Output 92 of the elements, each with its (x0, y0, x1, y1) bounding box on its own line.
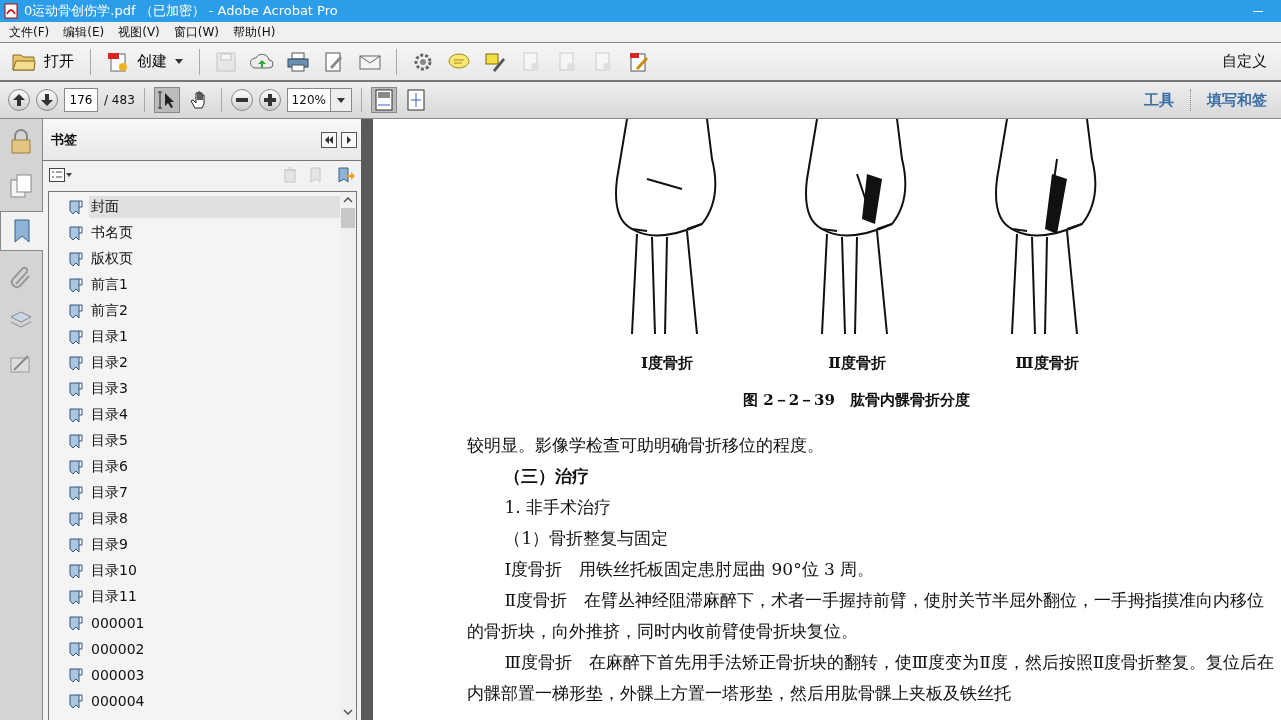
bookmark-icon (69, 355, 83, 371)
create-document-icon (107, 50, 129, 73)
bookmark-icon (69, 641, 83, 657)
bookmark-icon (69, 511, 83, 527)
pane-link[interactable]: 填写和签 (1201, 90, 1273, 110)
page-number-field[interactable]: 176 (64, 88, 98, 112)
pane-link[interactable]: 工具 (1138, 90, 1180, 110)
scroll-up-icon[interactable] (343, 197, 353, 203)
bookmark-item[interactable]: 前言1 (89, 274, 340, 296)
create-button[interactable]: 创建 (101, 48, 189, 75)
caret-icon (175, 59, 183, 64)
double-left-icon (324, 134, 334, 145)
bookmark-item[interactable]: 目录10 (89, 560, 340, 582)
bookmark-item[interactable]: 封面 (89, 196, 340, 218)
bookmark-item[interactable]: 目录9 (89, 534, 340, 556)
next-page-button[interactable] (36, 89, 58, 111)
bookmark-item[interactable]: 000002 (89, 639, 340, 659)
right-icon (344, 134, 354, 145)
bookmark-item[interactable]: 目录3 (89, 378, 340, 400)
bookmark-item[interactable]: 目录11 (89, 586, 340, 608)
window-title: 0运动骨创伤学.pdf （已加密） - Adobe Acrobat Pro (24, 2, 338, 20)
bookmark-item[interactable]: 书名页 (89, 222, 340, 244)
select-tool-icon[interactable] (153, 87, 180, 113)
expand-panel-button[interactable] (341, 131, 357, 148)
bookmark-icon (69, 667, 83, 683)
caret-icon (336, 97, 345, 103)
bookmark-item[interactable]: 000001 (89, 613, 340, 633)
body-paragraph: （1）骨折整复与固定 (503, 527, 670, 550)
zoom-out-button[interactable] (230, 89, 253, 111)
menu-item[interactable]: 文件(F) (2, 23, 57, 41)
figure-label: Ⅲ度骨折 (1015, 354, 1079, 373)
bookmark-item[interactable]: 目录7 (89, 482, 340, 504)
collapse-panel-button[interactable] (321, 131, 337, 148)
fit-page-icon[interactable] (370, 87, 397, 113)
scroll-thumb[interactable] (341, 208, 355, 228)
bookmark-item[interactable]: 版权页 (89, 248, 340, 270)
bookmark-icon (69, 433, 83, 449)
bookmark-icon (69, 537, 83, 553)
menu-item[interactable]: 编辑(E) (56, 23, 112, 41)
bookmark-icon (69, 589, 83, 605)
folder-icon (12, 51, 36, 72)
pdf-file-icon (4, 3, 18, 19)
bookmark-icon (69, 563, 83, 579)
bookmark-icon (69, 251, 83, 267)
scroll-down-icon[interactable] (343, 709, 353, 715)
bookmark-item[interactable]: 目录1 (89, 326, 340, 348)
menu-item[interactable]: 窗口(W) (166, 23, 227, 41)
body-paragraph: 较明显。影像学检查可助明确骨折移位的程度。 (467, 434, 825, 457)
bookmark-icon (69, 407, 83, 423)
arrow-up-icon (12, 93, 26, 107)
bookmark-item[interactable]: 目录5 (89, 430, 340, 452)
open-button[interactable]: 打开 (6, 49, 80, 74)
body-paragraph: Ⅰ度骨折 用铁丝托板固定患肘屈曲 90°位 3 周。 (503, 558, 876, 581)
bookmark-item[interactable]: 前言2 (89, 300, 340, 322)
section-heading: （三）治疗 (503, 465, 591, 488)
body-paragraph: Ⅱ度骨折 在臂丛神经阻滞麻醉下，术者一手握持前臂，使肘关节半屈外翻位，一手拇指摸准向内移位的骨折块，向外推挤，同时内收前臂使骨折块复位。 (467, 589, 1265, 643)
figure-label: Ⅱ度骨折 (828, 354, 886, 373)
bookmark-item[interactable]: 000004 (89, 691, 340, 711)
bookmark-item[interactable]: 目录2 (89, 352, 340, 374)
new-bookmark-icon[interactable] (337, 167, 355, 183)
zoom-in-button[interactable] (258, 89, 281, 111)
bookmark-icon (69, 615, 83, 631)
customize-link[interactable]: 自定义 (1222, 52, 1275, 71)
body-paragraph: Ⅲ度骨折 在麻醉下首先用手法矫正骨折块的翻转，使Ⅲ度变为Ⅱ度，然后按照Ⅱ度骨折整复。复位后在内髁部置一梯形垫，外髁上方置一塔形垫，然后用肱骨髁上夹板及铁丝托 (467, 651, 1276, 705)
bookmark-icon (69, 303, 83, 319)
bookmark-icon (69, 225, 83, 241)
bookmark-item[interactable]: 目录8 (89, 508, 340, 530)
bookmark-item[interactable]: 000003 (89, 665, 340, 685)
bookmark-icon (69, 693, 83, 709)
bookmark-icon[interactable] (0, 211, 43, 251)
figure-label: Ⅰ度骨折 (641, 354, 693, 373)
menu-item[interactable]: 视图(V) (111, 23, 167, 41)
page-total: / 483 (104, 93, 135, 107)
bookmark-icon (69, 199, 83, 215)
bookmark-item[interactable]: 目录4 (89, 404, 340, 426)
zoom-dropdown[interactable]: 120% (286, 88, 352, 112)
scrollbar[interactable] (340, 192, 356, 720)
figure-caption: 图 2－2－39 肱骨内髁骨折分度 (742, 390, 971, 411)
bookmark-icon (69, 381, 83, 397)
subsection-heading: 1. 非手术治疗 (503, 496, 612, 519)
minimize-button[interactable] (1253, 10, 1263, 12)
bookmark-icon (69, 329, 83, 345)
plus-icon (262, 93, 277, 107)
bookmark-icon (69, 277, 83, 293)
menu-item[interactable]: 帮助(H) (226, 23, 283, 41)
options-menu-icon[interactable] (49, 168, 73, 182)
panel-title: 书签 (51, 130, 77, 149)
previous-page-button[interactable] (8, 89, 30, 111)
bookmark-icon (69, 459, 83, 475)
bookmark-icon (69, 485, 83, 501)
bookmark-item[interactable]: 目录6 (89, 456, 340, 478)
arrow-down-icon (40, 93, 54, 107)
